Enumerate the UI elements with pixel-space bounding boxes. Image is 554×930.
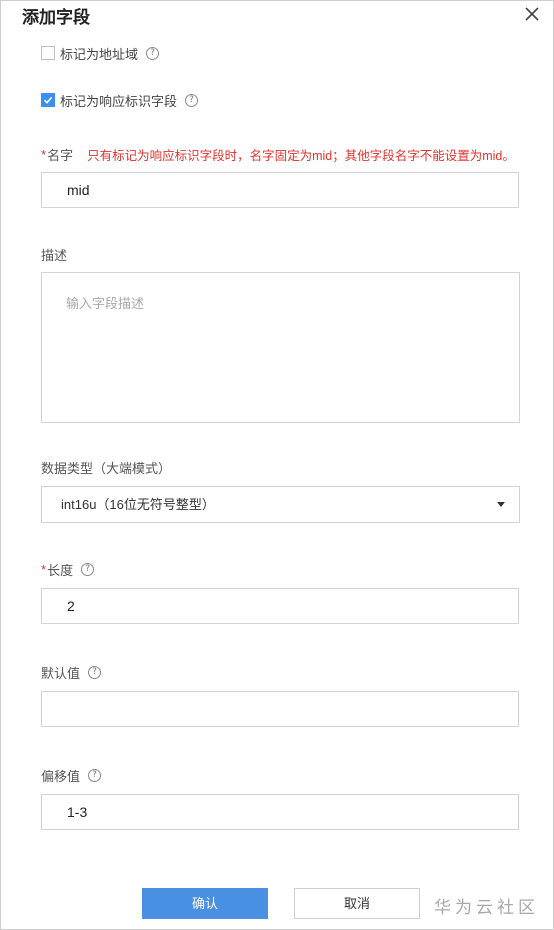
help-icon[interactable]: ? [88,769,102,782]
cancel-button[interactable]: 取消 [294,888,420,919]
description-textarea[interactable]: 输入字段描述 [41,272,520,423]
add-field-dialog: 添加字段 标记为地址域 ? 标记为响应标识字段 ? * 名字 只有标记为响应标识… [0,0,554,930]
default-value-label: 默认值 [41,666,81,681]
help-icon[interactable]: ? [81,563,95,576]
data-type-select[interactable]: int16u（16位无符号整型） [41,486,520,523]
offset-label: 偏移值 [41,769,81,784]
name-input[interactable]: mid [41,172,519,208]
response-id-field-label: 标记为响应标识字段 [60,93,178,109]
description-label: 描述 [41,248,68,263]
help-icon[interactable]: ? [88,666,102,679]
help-icon[interactable]: ? [146,46,160,60]
confirm-button[interactable]: 确认 [142,888,268,919]
required-mark: * [41,562,47,577]
dialog-title: 添加字段 [22,8,90,28]
response-id-field-option[interactable]: 标记为响应标识字段 ? [41,91,199,109]
close-icon[interactable] [521,3,543,25]
chevron-down-icon [497,502,505,507]
help-icon[interactable]: ? [185,93,199,107]
address-field-checkbox[interactable] [41,46,55,60]
name-warning: 只有标记为响应标识字段时，名字固定为mid；其他字段名字不能设置为mid。 [87,149,515,163]
length-input[interactable]: 2 [41,588,519,624]
required-mark: * [41,147,47,162]
name-label: 名字 [47,148,74,163]
data-type-selected: int16u（16位无符号整型） [61,497,215,512]
data-type-label: 数据类型（大端模式） [41,461,172,476]
address-field-option[interactable]: 标记为地址域 ? [41,44,160,62]
default-value-label-row: 默认值 ? [41,663,102,682]
default-value-input[interactable] [41,691,519,727]
length-label: 长度 [47,563,74,578]
length-label-row: * 长度 ? [41,560,95,579]
address-field-label: 标记为地址域 [60,46,139,62]
response-id-field-checkbox[interactable] [41,93,55,107]
name-label-row: * 名字 只有标记为响应标识字段时，名字固定为mid；其他字段名字不能设置为mi… [41,145,515,164]
offset-input[interactable]: 1-3 [41,794,519,830]
watermark: 华为云社区 [434,898,539,918]
offset-label-row: 偏移值 ? [41,766,102,785]
